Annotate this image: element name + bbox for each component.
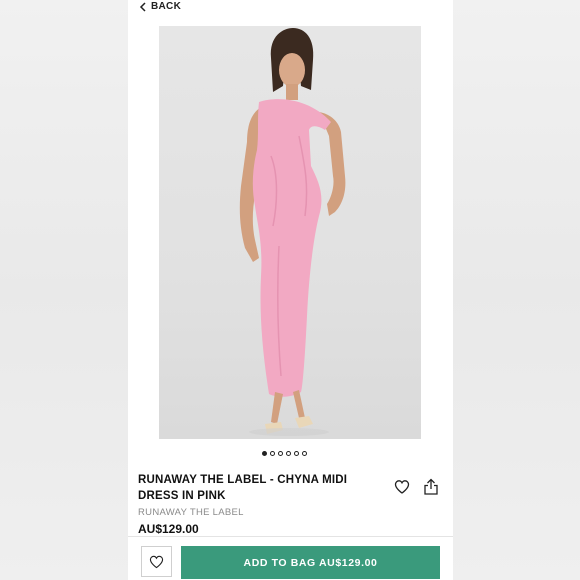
back-button[interactable]: BACK — [139, 0, 181, 13]
heart-icon — [149, 555, 164, 568]
purchase-bar: ADD TO BAG AU$129.00 — [128, 536, 453, 580]
share-icon[interactable] — [423, 478, 439, 495]
heart-icon[interactable] — [394, 479, 410, 495]
pagination-dot[interactable] — [286, 451, 291, 456]
add-to-bag-button[interactable]: ADD TO BAG AU$129.00 — [181, 546, 440, 579]
pagination-dot[interactable] — [270, 451, 275, 456]
background-blur-right — [452, 0, 580, 580]
pagination-dot[interactable] — [278, 451, 283, 456]
product-price: AU$129.00 — [138, 522, 199, 536]
model-in-pink-dress-illustration — [239, 28, 346, 436]
background-blur-left — [0, 0, 128, 580]
add-to-wishlist-button[interactable] — [141, 546, 172, 577]
chevron-left-icon — [139, 1, 146, 12]
back-label: BACK — [151, 1, 182, 12]
pagination-dot[interactable] — [294, 451, 299, 456]
image-pagination — [262, 451, 307, 456]
product-title: RUNAWAY THE LABEL - CHYNA MIDI DRESS IN … — [138, 474, 348, 502]
product-screen: BACK RUNAWAY THE LABEL - CHYNA MIDI DRES… — [128, 0, 453, 580]
product-brand[interactable]: RUNAWAY THE LABEL — [138, 507, 244, 518]
product-image[interactable] — [159, 26, 421, 439]
pagination-dot[interactable] — [302, 451, 307, 456]
pagination-dot[interactable] — [262, 451, 267, 456]
